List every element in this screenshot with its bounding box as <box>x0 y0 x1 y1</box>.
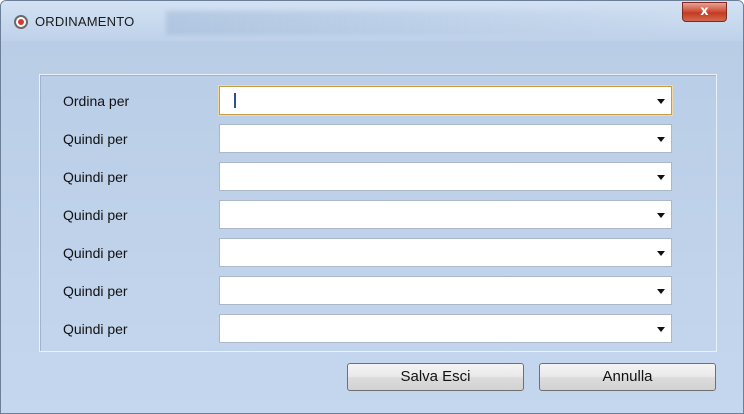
sort-label-then-6: Quindi per <box>63 321 128 337</box>
chevron-down-icon[interactable] <box>657 137 665 142</box>
sort-combo-then-4[interactable] <box>219 238 672 267</box>
sort-label-then-2: Quindi per <box>63 169 128 185</box>
sort-label-then-5: Quindi per <box>63 283 128 299</box>
sort-label-then-3: Quindi per <box>63 207 128 223</box>
sort-dialog-window: ORDINAMENTO x Ordina per Quindi per Quin… <box>0 0 744 414</box>
chevron-down-icon[interactable] <box>657 289 665 294</box>
close-icon: x <box>700 4 709 19</box>
sort-combo-then-5[interactable] <box>219 276 672 305</box>
sort-combo-then-6[interactable] <box>219 314 672 343</box>
sort-combo-primary[interactable] <box>219 86 672 115</box>
app-icon <box>14 15 28 29</box>
chevron-down-icon[interactable] <box>657 99 665 104</box>
background-toolbar-ghost <box>166 11 671 35</box>
cancel-button[interactable]: Annulla <box>539 363 716 391</box>
text-cursor <box>234 93 236 108</box>
sort-label-then-1: Quindi per <box>63 131 128 147</box>
window-title: ORDINAMENTO <box>35 14 135 29</box>
close-button[interactable]: x <box>682 2 727 22</box>
chevron-down-icon[interactable] <box>657 251 665 256</box>
sort-combo-then-1[interactable] <box>219 124 672 153</box>
title-bar[interactable]: ORDINAMENTO x <box>1 1 743 41</box>
chevron-down-icon[interactable] <box>657 327 665 332</box>
chevron-down-icon[interactable] <box>657 213 665 218</box>
sort-label-then-4: Quindi per <box>63 245 128 261</box>
sort-combo-then-3[interactable] <box>219 200 672 229</box>
chevron-down-icon[interactable] <box>657 175 665 180</box>
save-exit-button[interactable]: Salva Esci <box>347 363 524 391</box>
sort-label-primary: Ordina per <box>63 93 130 109</box>
sort-combo-then-2[interactable] <box>219 162 672 191</box>
